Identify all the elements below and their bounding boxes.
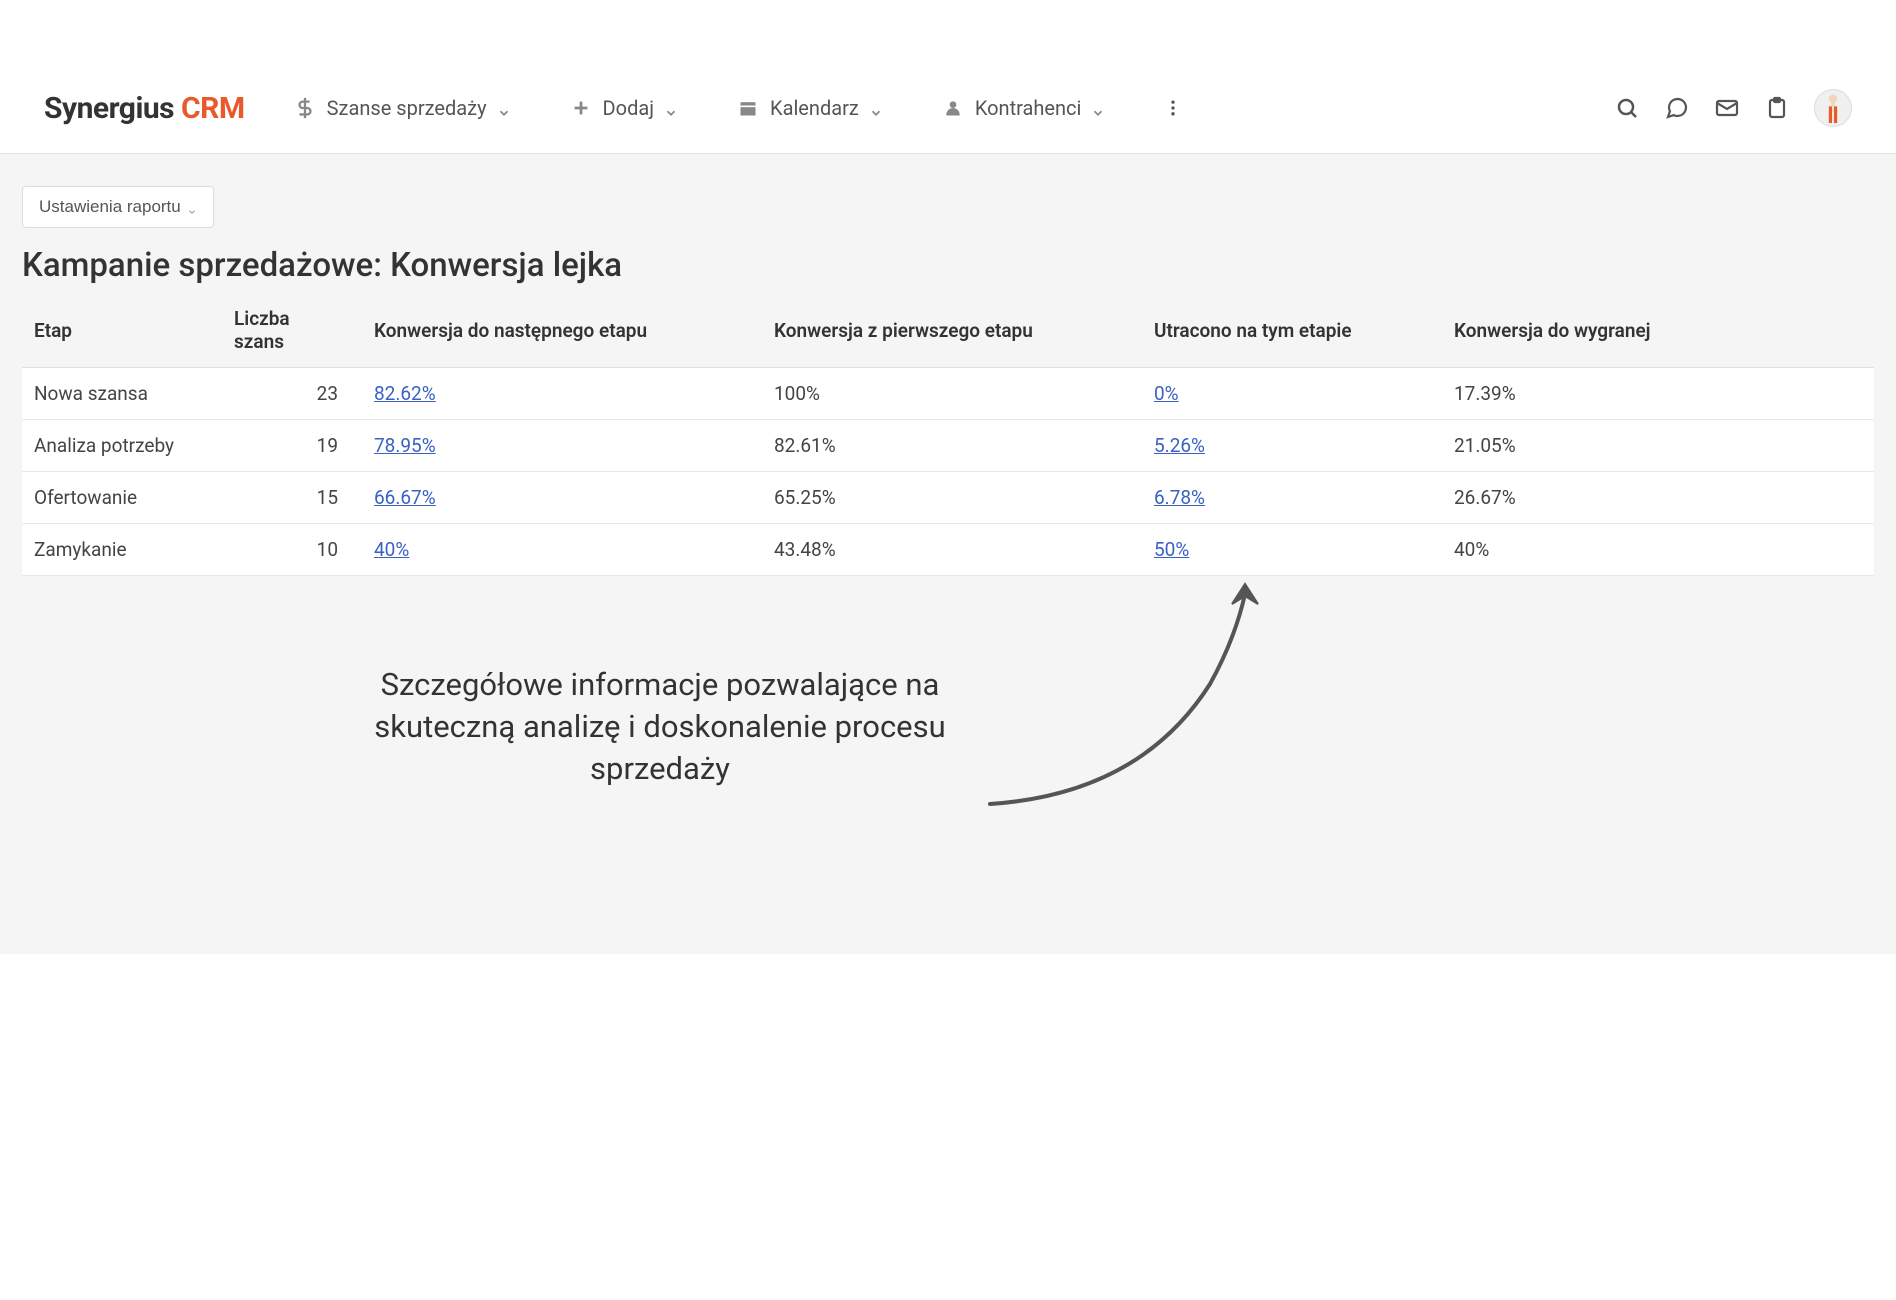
annotation-arrow-icon <box>980 574 1290 824</box>
chevron-down-icon <box>497 101 511 115</box>
funnel-conversion-table: Etap Liczba szans Konwersja do następneg… <box>22 293 1874 576</box>
table-row: Zamykanie 10 40% 43.48% 50% 40% <box>22 524 1874 576</box>
chat-button[interactable] <box>1664 95 1690 121</box>
nav-label: Dodaj <box>603 96 654 120</box>
link-utracono[interactable]: 6.78% <box>1154 486 1205 509</box>
cell-etap: Nowa szansa <box>22 368 222 420</box>
nav-label: Szanse sprzedaży <box>327 96 487 120</box>
cell-etap: Ofertowanie <box>22 472 222 524</box>
link-konw-next[interactable]: 66.67% <box>374 486 436 509</box>
nav-label: Kontrahenci <box>975 96 1082 120</box>
page-title: Kampanie sprzedażowe: Konwersja lejka <box>22 246 1874 285</box>
link-konw-next[interactable]: 40% <box>374 538 409 561</box>
table-row: Nowa szansa 23 82.62% 100% 0% 17.39% <box>22 368 1874 420</box>
link-utracono[interactable]: 50% <box>1154 538 1189 561</box>
header-etap: Etap <box>22 293 222 368</box>
cell-utracono: 0% <box>1142 368 1442 420</box>
cell-konw-first: 43.48% <box>762 524 1142 576</box>
more-menu-button[interactable] <box>1163 98 1183 118</box>
cell-konw-win: 26.67% <box>1442 472 1874 524</box>
header-liczba: Liczba szans <box>222 293 362 368</box>
nav-contractors[interactable]: Kontrahenci <box>941 96 1106 120</box>
clipboard-button[interactable] <box>1764 95 1790 121</box>
mail-button[interactable] <box>1714 95 1740 121</box>
cell-utracono: 50% <box>1142 524 1442 576</box>
user-avatar[interactable] <box>1814 89 1852 127</box>
link-utracono[interactable]: 5.26% <box>1154 434 1205 457</box>
app-logo: Synergius CRM <box>44 91 245 126</box>
header-utracono: Utracono na tym etapie <box>1142 293 1442 368</box>
annotation-overlay: Szczegółowe informacje pozwalające na sk… <box>340 664 1290 790</box>
cell-etap: Analiza potrzeby <box>22 420 222 472</box>
link-konw-next[interactable]: 82.62% <box>374 382 436 405</box>
main-nav: Szanse sprzedaży Dodaj <box>293 96 1184 120</box>
cell-liczba: 10 <box>222 524 362 576</box>
nav-calendar[interactable]: Kalendarz <box>736 96 883 120</box>
calendar-icon <box>736 96 760 120</box>
nav-sales-opportunities[interactable]: Szanse sprzedaży <box>293 96 511 120</box>
report-settings-button[interactable]: Ustawienia raportu <box>22 186 214 228</box>
header-konw-win: Konwersja do wygranej <box>1442 293 1874 368</box>
table-header-row: Etap Liczba szans Konwersja do następneg… <box>22 293 1874 368</box>
chevron-down-icon <box>664 101 678 115</box>
chevron-down-icon <box>187 202 197 212</box>
cell-konw-next: 82.62% <box>362 368 762 420</box>
dollar-icon <box>293 96 317 120</box>
cell-konw-first: 100% <box>762 368 1142 420</box>
cell-konw-win: 17.39% <box>1442 368 1874 420</box>
top-navigation-bar: Synergius CRM Szanse sprzedaży <box>0 0 1896 154</box>
nav-add[interactable]: Dodaj <box>569 96 678 120</box>
person-icon <box>941 96 965 120</box>
header-konw-next: Konwersja do następnego etapu <box>362 293 762 368</box>
cell-liczba: 19 <box>222 420 362 472</box>
cell-etap: Zamykanie <box>22 524 222 576</box>
table-row: Analiza potrzeby 19 78.95% 82.61% 5.26% … <box>22 420 1874 472</box>
cell-utracono: 6.78% <box>1142 472 1442 524</box>
chevron-down-icon <box>1091 101 1105 115</box>
link-konw-next[interactable]: 78.95% <box>374 434 436 457</box>
cell-konw-next: 40% <box>362 524 762 576</box>
main-content: Ustawienia raportu Kampanie sprzedażowe:… <box>0 154 1896 954</box>
header-konw-first: Konwersja z pierwszego etapu <box>762 293 1142 368</box>
link-utracono[interactable]: 0% <box>1154 382 1179 405</box>
nav-label: Kalendarz <box>770 96 859 120</box>
cell-utracono: 5.26% <box>1142 420 1442 472</box>
cell-konw-win: 21.05% <box>1442 420 1874 472</box>
cell-liczba: 23 <box>222 368 362 420</box>
cell-konw-win: 40% <box>1442 524 1874 576</box>
annotation-text: Szczegółowe informacje pozwalające na sk… <box>340 664 980 790</box>
cell-konw-first: 82.61% <box>762 420 1142 472</box>
cell-konw-next: 66.67% <box>362 472 762 524</box>
cell-liczba: 15 <box>222 472 362 524</box>
cell-konw-first: 65.25% <box>762 472 1142 524</box>
plus-icon <box>569 96 593 120</box>
cell-konw-next: 78.95% <box>362 420 762 472</box>
table-row: Ofertowanie 15 66.67% 65.25% 6.78% 26.67… <box>22 472 1874 524</box>
search-button[interactable] <box>1614 95 1640 121</box>
chevron-down-icon <box>869 101 883 115</box>
